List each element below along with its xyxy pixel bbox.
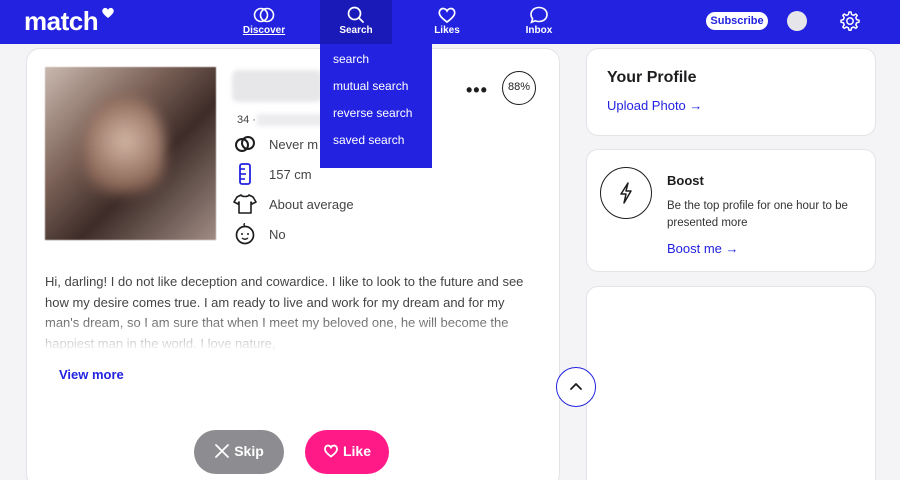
user-avatar[interactable] [787,11,807,31]
dropdown-item-saved-search[interactable]: saved search [320,131,432,158]
search-dropdown-menu: search mutual search reverse search save… [320,44,432,168]
attribute-body-type-text: About average [269,197,354,212]
more-options-button[interactable]: ••• [466,80,488,101]
profile-age: 34 · [237,114,256,126]
chat-icon [530,6,548,24]
boost-icon-circle [600,167,652,219]
profile-photo[interactable] [45,67,216,240]
chevron-up-icon [570,383,582,390]
nav-discover-label: Discover [242,25,286,36]
nav-inbox[interactable]: Inbox [503,0,575,44]
top-navigation-bar: match Discover Search Likes Inbox Subscr… [0,0,900,44]
upload-photo-link[interactable]: Upload Photo → [607,98,702,113]
match-logo[interactable]: match [24,6,99,37]
nav-likes[interactable]: Likes [411,0,483,44]
dropdown-item-mutual-search[interactable]: mutual search [320,77,432,104]
bio-fade-overlay [45,312,535,352]
scroll-to-top-button[interactable] [556,367,596,407]
close-icon [215,443,230,458]
ruler-icon [239,163,251,185]
attribute-body-type: About average [233,193,453,217]
heart-icon [438,7,456,24]
nav-search-label: Search [339,25,373,36]
attribute-children-text: No [269,227,286,242]
like-label: Like [342,442,371,459]
boost-description: Be the top profile for one hour to be pr… [667,200,848,229]
heart-outline-icon [324,444,338,458]
profile-location-blurred [257,114,327,126]
lightning-icon [620,182,632,204]
nav-inbox-label: Inbox [525,25,553,36]
attribute-relationship-text: Never m [269,137,319,152]
discover-icon [253,7,275,23]
your-profile-card: Your Profile Upload Photo → [586,48,876,136]
shirt-icon [233,194,257,214]
logo-heart-icon [102,7,114,19]
nav-discover[interactable]: Discover [228,0,300,44]
subscribe-button[interactable]: Subscribe [706,12,768,30]
attribute-height-text: 157 cm [269,167,312,182]
profile-name-blurred [232,70,322,102]
view-more-link[interactable]: View more [59,367,124,382]
dropdown-item-search[interactable]: search [320,50,432,77]
your-profile-title: Your Profile [607,69,697,86]
match-percentage-badge: 88% [502,71,536,105]
like-button[interactable]: Like [305,430,389,474]
search-icon [347,6,364,23]
boost-card: Boost Be the top profile for one hour to… [586,149,876,272]
baby-icon [235,223,255,245]
empty-side-card [586,286,876,480]
dropdown-item-reverse-search[interactable]: reverse search [320,104,432,131]
boost-me-link[interactable]: Boost me → [667,241,739,256]
skip-label: Skip [234,442,264,459]
rings-icon [235,136,255,152]
attribute-children: No [233,223,453,247]
skip-button[interactable]: Skip [194,430,284,474]
gear-icon[interactable] [838,10,860,32]
nav-likes-label: Likes [434,25,460,36]
boost-title: Boost [667,173,704,188]
nav-search[interactable]: Search [320,0,392,44]
